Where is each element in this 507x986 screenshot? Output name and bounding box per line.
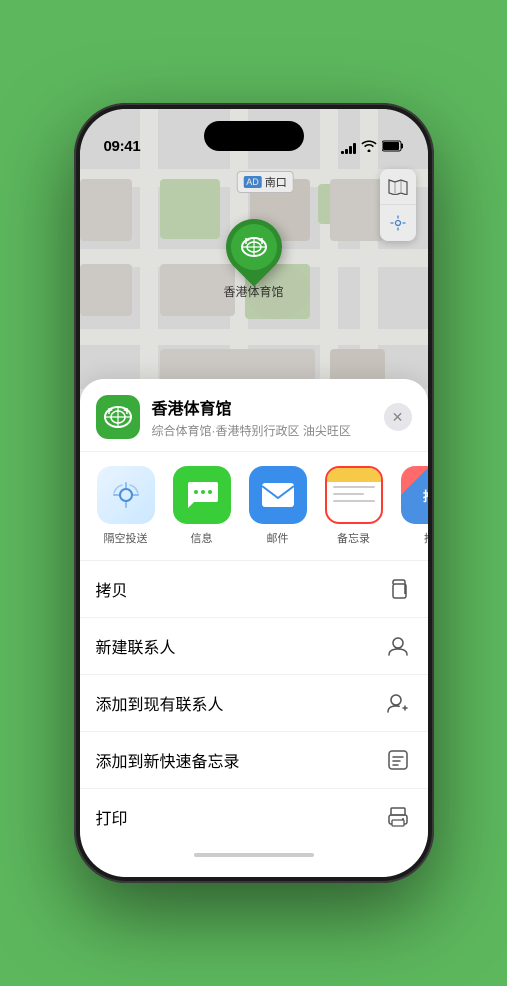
copy-label: 拷贝 [96,577,128,601]
map-type-button[interactable] [380,169,416,205]
share-item-more[interactable]: 推 推 [396,466,428,546]
share-item-mail[interactable]: 邮件 [244,466,312,546]
map-label-text: 南口 [265,174,287,190]
menu-item-print[interactable]: 打印 [80,788,428,845]
more-icon: 推 [401,466,428,524]
wifi-icon [361,140,377,155]
new-contact-icon [384,632,412,660]
location-header: 香港体育馆 综合体育馆·香港特别行政区 油尖旺区 ✕ [80,379,428,452]
add-contact-icon [384,689,412,717]
new-contact-label: 新建联系人 [96,634,176,658]
venue-description: 综合体育馆·香港特别行政区 油尖旺区 [152,422,372,439]
venue-icon [96,395,140,439]
dynamic-island [204,121,304,151]
status-icons [341,140,404,155]
home-indicator-area [80,845,428,857]
airdrop-icon [97,466,155,524]
share-row: 隔空投送 信息 [80,452,428,560]
notes-label: 备忘录 [337,530,370,546]
bottom-sheet: 香港体育馆 综合体育馆·香港特别行政区 油尖旺区 ✕ 隔空投 [80,379,428,877]
home-indicator [194,853,314,857]
menu-item-quick-note[interactable]: 添加到新快速备忘录 [80,731,428,788]
share-item-message[interactable]: 信息 [168,466,236,546]
message-label: 信息 [191,530,213,546]
print-label: 打印 [96,805,128,829]
phone-frame: 09:41 [74,103,434,883]
menu-item-copy[interactable]: 拷贝 [80,560,428,617]
more-label: 推 [424,530,428,546]
mail-label: 邮件 [267,530,289,546]
quick-note-icon [384,746,412,774]
copy-icon [384,575,412,603]
map-label-prefix: AD [243,176,262,188]
map-controls [380,169,416,241]
menu-item-add-contact[interactable]: 添加到现有联系人 [80,674,428,731]
venue-info: 香港体育馆 综合体育馆·香港特别行政区 油尖旺区 [152,395,372,439]
pin-icon [230,224,276,270]
map-label: AD 南口 [236,171,294,193]
share-item-notes[interactable]: 备忘录 [320,466,388,546]
close-button[interactable]: ✕ [384,403,412,431]
signal-icon [341,142,356,154]
quick-note-label: 添加到新快速备忘录 [96,748,240,772]
airdrop-label: 隔空投送 [104,530,148,546]
share-item-airdrop[interactable]: 隔空投送 [92,466,160,546]
status-time: 09:41 [104,138,141,155]
location-button[interactable] [380,205,416,241]
location-pin: 香港体育馆 [223,219,283,300]
notes-icon [325,466,383,524]
pin-marker [214,207,293,286]
message-icon [173,466,231,524]
venue-name: 香港体育馆 [152,395,372,419]
mail-icon [249,466,307,524]
battery-icon [382,140,404,155]
add-contact-label: 添加到现有联系人 [96,691,224,715]
print-icon [384,803,412,831]
phone-screen: 09:41 [80,109,428,877]
menu-item-new-contact[interactable]: 新建联系人 [80,617,428,674]
